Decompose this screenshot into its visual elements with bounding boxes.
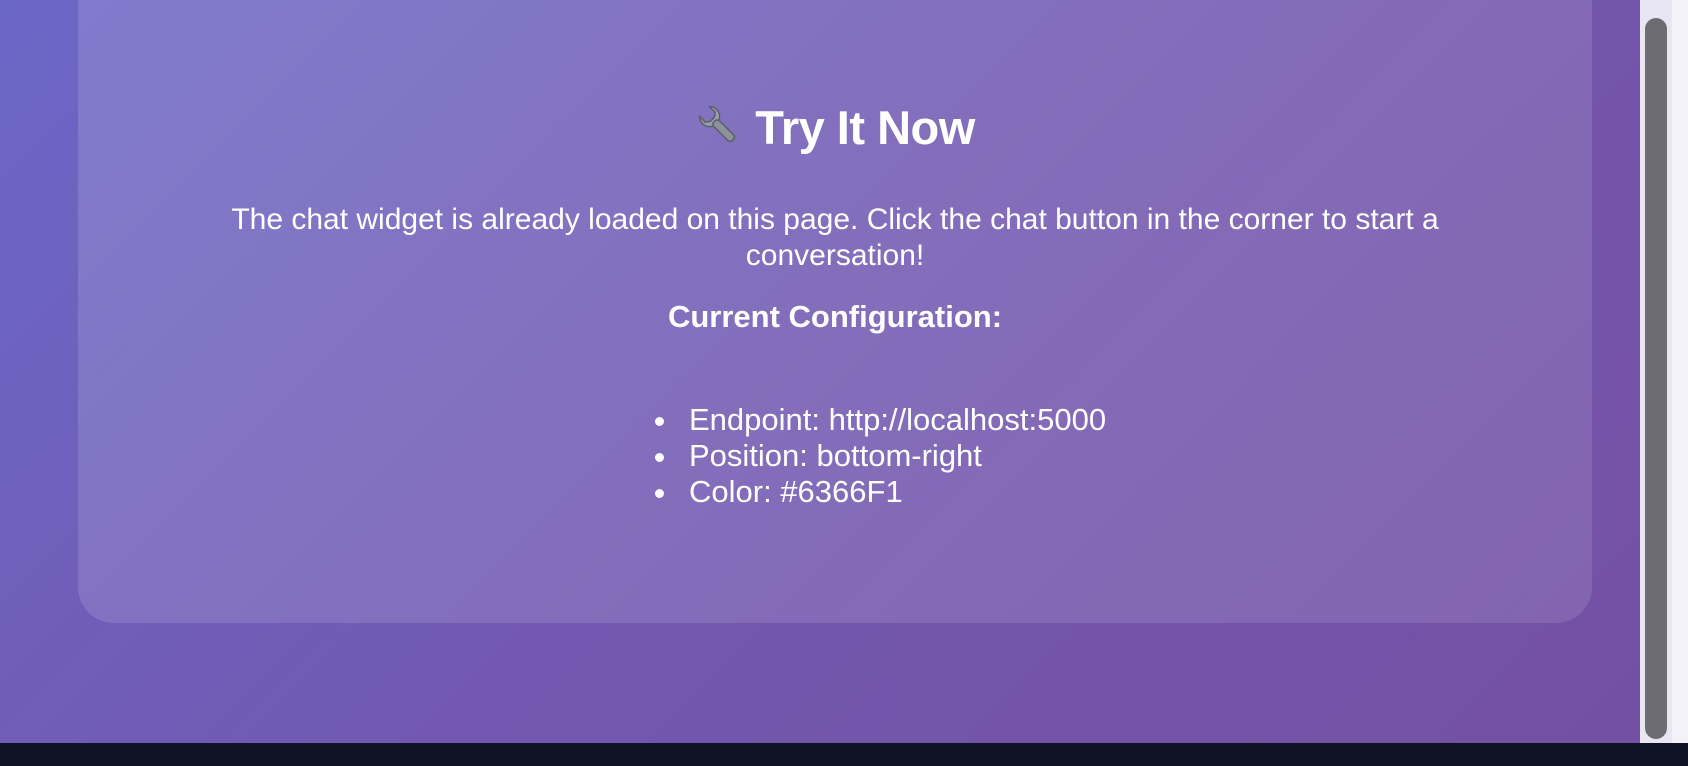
section-title: Try It Now xyxy=(78,102,1592,155)
section-title-text: Try It Now xyxy=(755,101,975,154)
wrench-icon xyxy=(695,102,741,155)
config-item-endpoint: Endpoint: http://localhost:5000 xyxy=(649,402,1106,438)
config-list: Endpoint: http://localhost:5000 Position… xyxy=(649,402,1106,510)
config-heading: Current Configuration: xyxy=(667,299,1003,334)
scrollbar-thumb[interactable] xyxy=(1645,18,1667,739)
config-item-color: Color: #6366F1 xyxy=(649,474,1106,510)
config-item-position: Position: bottom-right xyxy=(649,438,1106,474)
section-description: The chat widget is already loaded on thi… xyxy=(231,203,1439,272)
page-background: Try It Now The chat widget is already lo… xyxy=(0,0,1640,743)
try-it-now-card: Try It Now The chat widget is already lo… xyxy=(78,0,1592,623)
vertical-scrollbar[interactable] xyxy=(1640,0,1672,743)
browser-viewport: Try It Now The chat widget is already lo… xyxy=(0,0,1688,743)
window-edge xyxy=(1672,0,1688,743)
